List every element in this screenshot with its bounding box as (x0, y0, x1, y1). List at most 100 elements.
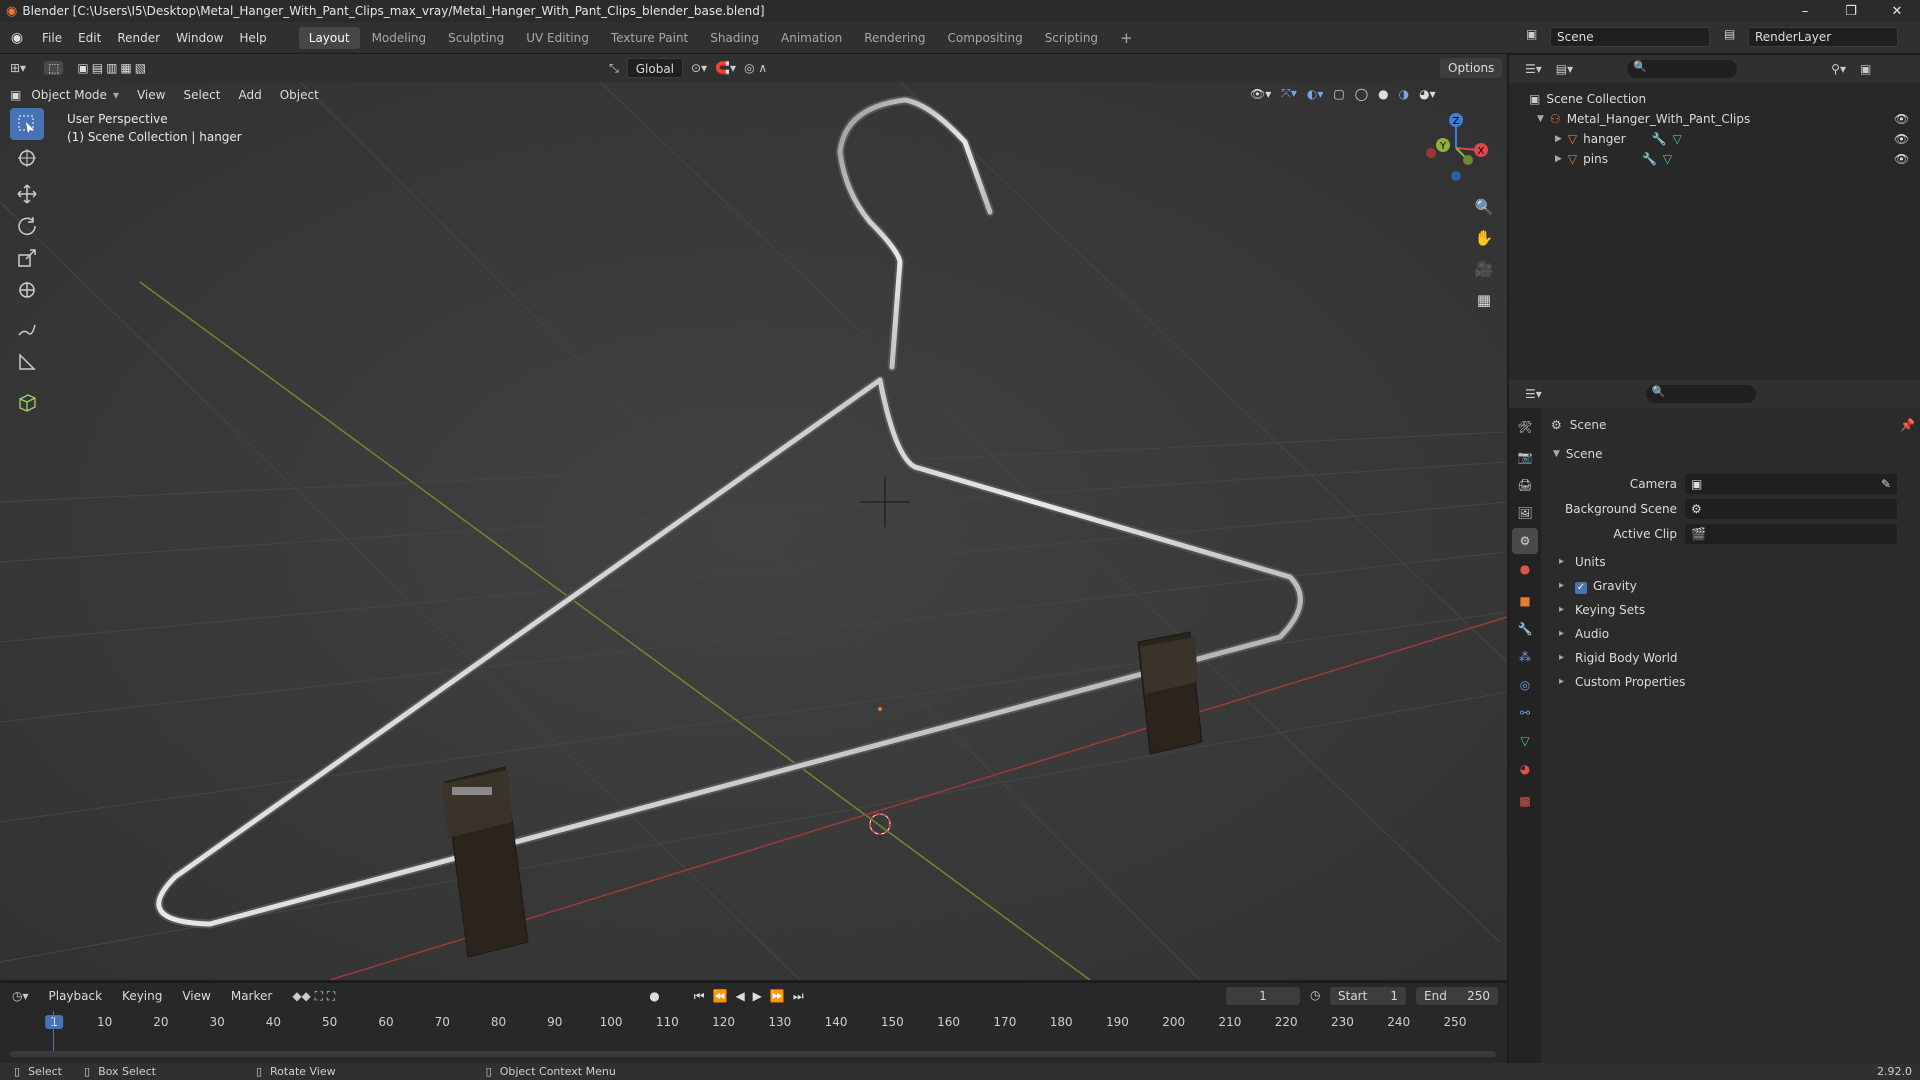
add-workspace-button[interactable]: + (1110, 27, 1143, 49)
maximize-button[interactable]: ❐ (1828, 0, 1874, 22)
outliner-row-hanger[interactable]: ▶ ▽ hanger 🔧 ▽ 👁 (1509, 129, 1920, 149)
new-collection-icon[interactable]: ▣ (1860, 62, 1871, 76)
scene-name-field[interactable]: Scene (1550, 27, 1710, 47)
visibility-eye-icon[interactable]: 👁 (1894, 129, 1909, 149)
menu-render[interactable]: Render (109, 27, 168, 49)
scene-selector-icon[interactable]: ▣ (1526, 27, 1537, 41)
select-tool-icon[interactable]: ⬚ (44, 61, 64, 75)
menu-file[interactable]: File (34, 27, 70, 49)
tab-shading[interactable]: Shading (700, 27, 769, 49)
camera-field[interactable]: ▣ ✎ (1685, 474, 1897, 494)
tab-animation[interactable]: Animation (771, 27, 852, 49)
visibility-eye-icon[interactable]: 👁 (1894, 149, 1909, 169)
tool-measure[interactable] (10, 346, 44, 378)
tab-scripting[interactable]: Scripting (1035, 27, 1108, 49)
expand-right-icon[interactable]: ▶ (1555, 149, 1562, 169)
panel-keying-sets[interactable]: Keying Sets (1545, 598, 1915, 622)
tool-annotate[interactable] (10, 314, 44, 346)
tool-cursor[interactable] (10, 142, 44, 174)
menu-select[interactable]: Select (175, 85, 228, 105)
pan-hand-icon[interactable]: ✋ (1470, 223, 1498, 254)
pivot-point-icon[interactable]: ⊙▾ (691, 61, 707, 75)
gizmo-toggle-icon[interactable]: ⤧▾ (1281, 86, 1297, 101)
tab-tool-icon[interactable]: 🛠 (1512, 414, 1538, 440)
transform-orientation-dropdown[interactable]: Global (626, 58, 684, 78)
tab-rendering[interactable]: Rendering (854, 27, 935, 49)
tab-material-icon[interactable]: ◕ (1512, 756, 1538, 782)
scene-panel-header[interactable]: ▼ Scene (1545, 442, 1915, 466)
active-clip-field[interactable]: 🎬 (1685, 524, 1897, 544)
tool-move[interactable] (10, 178, 44, 210)
outliner-editor-type-icon[interactable]: ☰▾ (1525, 62, 1542, 76)
renderlayer-icon[interactable]: ▤ (1724, 27, 1735, 41)
menu-view[interactable]: View (129, 85, 173, 105)
tab-texture-paint[interactable]: Texture Paint (601, 27, 698, 49)
menu-object[interactable]: Object (272, 85, 327, 105)
options-dropdown[interactable]: Options (1440, 58, 1503, 78)
expand-right-icon[interactable]: ▶ (1555, 129, 1562, 149)
tab-scene-icon[interactable]: ⚙ (1512, 528, 1538, 554)
properties-search-field[interactable]: 🔍 (1645, 385, 1756, 403)
tool-transform[interactable] (10, 274, 44, 306)
panel-audio[interactable]: Audio (1545, 622, 1915, 646)
outliner-search-field[interactable]: 🔍 (1627, 60, 1738, 78)
proportional-edit-icon[interactable]: ◎ ∧ (744, 61, 767, 75)
tab-render-icon[interactable]: 📷 (1512, 444, 1538, 470)
outliner-display-mode-icon[interactable]: ▤▾ (1556, 62, 1573, 76)
ortho-grid-icon[interactable]: ▦ (1470, 285, 1498, 316)
overlay-toggle-icon[interactable]: ◐▾ (1307, 87, 1324, 101)
timeline-scrollbar[interactable] (10, 1051, 1496, 1057)
eyedropper-icon[interactable]: ✎ (1881, 477, 1891, 491)
tab-modeling[interactable]: Modeling (362, 27, 437, 49)
navigation-gizmo[interactable]: Z X Y (1416, 108, 1496, 188)
panel-gravity[interactable]: ✓ Gravity (1545, 574, 1915, 598)
tab-layout[interactable]: Layout (298, 26, 360, 49)
pin-icon[interactable]: 📌 (1900, 418, 1915, 432)
shading-solid-icon[interactable]: ● (1378, 87, 1388, 101)
close-window-button[interactable]: ✕ (1874, 0, 1920, 22)
menu-help[interactable]: Help (231, 27, 274, 49)
tab-uv-editing[interactable]: UV Editing (516, 27, 599, 49)
shading-rendered-icon[interactable]: ◕▾ (1419, 87, 1436, 101)
menu-edit[interactable]: Edit (70, 27, 109, 49)
menu-add[interactable]: Add (230, 85, 269, 105)
shading-material-icon[interactable]: ◑ (1399, 87, 1409, 101)
frame-ruler[interactable]: 1 10 20 30 40 50 60 70 80 90 100 110 120 130 140 150 160… (0, 983, 1507, 1039)
clip-right[interactable] (1137, 631, 1203, 755)
tool-select-box[interactable] (10, 108, 44, 140)
panel-units[interactable]: Units (1545, 550, 1915, 574)
zoom-icon[interactable]: 🔍 (1470, 192, 1498, 223)
tab-constraints-icon[interactable]: ⚯ (1512, 700, 1538, 726)
tab-world-icon[interactable]: ● (1512, 556, 1538, 582)
tab-view-layer-icon[interactable]: 🖼 (1512, 500, 1538, 526)
tab-output-icon[interactable]: 🖨 (1512, 472, 1538, 498)
3d-viewport[interactable]: ▣ Object Mode ▾ View Select Add Object 👁… (0, 82, 1507, 980)
properties-editor-type-icon[interactable]: ☰▾ (1525, 387, 1542, 401)
outliner-row-pins[interactable]: ▶ ▽ pins 🔧 ▽ 👁 (1509, 149, 1920, 169)
tab-object-icon[interactable]: ■ (1512, 588, 1538, 614)
gravity-checkbox[interactable]: ✓ (1575, 582, 1587, 594)
visibility-eye-icon[interactable]: 👁 (1894, 109, 1909, 129)
expand-down-icon[interactable]: ▼ (1537, 109, 1544, 129)
minimize-button[interactable]: – (1782, 0, 1828, 22)
background-scene-field[interactable]: ⚙ (1685, 499, 1897, 519)
outliner-filter-icon[interactable]: ⚲▾ (1831, 62, 1846, 76)
outliner-row-scene-collection[interactable]: ▣ Scene Collection (1509, 89, 1920, 109)
outliner-row-collection[interactable]: ▼ ⚇ Metal_Hanger_With_Pant_Clips 👁 (1509, 109, 1920, 129)
blender-menu-icon[interactable]: ◉ (0, 30, 34, 46)
visibility-icon[interactable]: 👁▾ (1250, 87, 1271, 101)
select-mode-icons[interactable]: ▣▤▥▦▧ (77, 61, 149, 75)
tab-sculpting[interactable]: Sculpting (438, 27, 514, 49)
tab-compositing[interactable]: Compositing (937, 27, 1032, 49)
tool-scale[interactable] (10, 242, 44, 274)
xray-icon[interactable]: ▢ (1333, 87, 1344, 101)
shading-wireframe-icon[interactable]: ◯ (1355, 87, 1368, 101)
tool-rotate[interactable] (10, 210, 44, 242)
panel-rigid-body-world[interactable]: Rigid Body World (1545, 646, 1915, 670)
tab-data-icon[interactable]: ▽ (1512, 728, 1538, 754)
tab-modifier-icon[interactable]: 🔧 (1512, 616, 1538, 642)
tab-physics-icon[interactable]: ◎ (1512, 672, 1538, 698)
editor-type-icon[interactable]: ⊞▾ (10, 61, 26, 75)
renderlayer-name-field[interactable]: RenderLayer (1748, 27, 1898, 47)
snap-icon[interactable]: 🧲▾ (715, 61, 736, 75)
